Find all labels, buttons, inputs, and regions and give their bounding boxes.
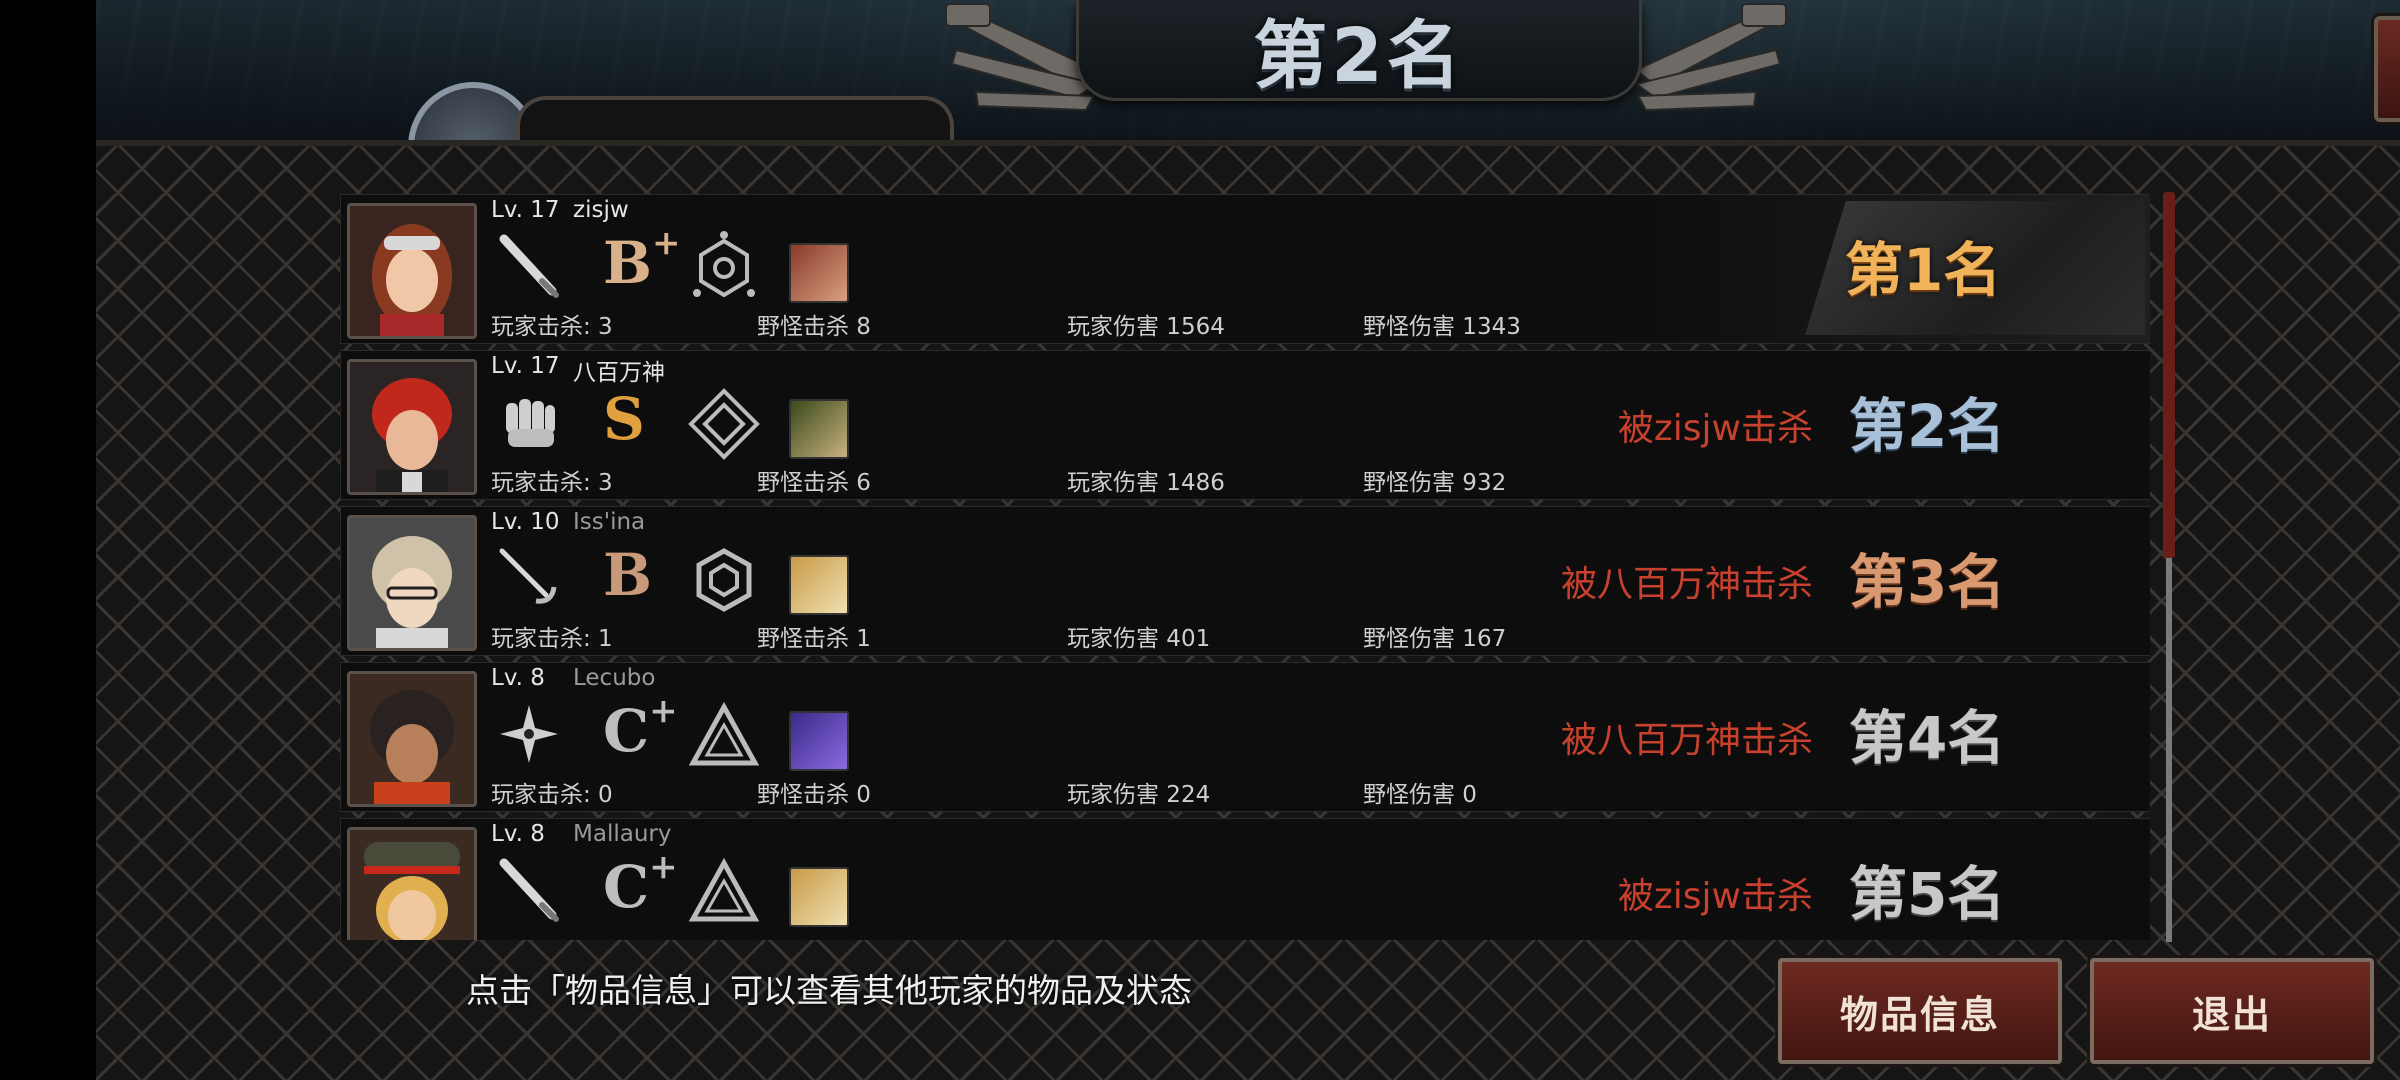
player-kills: 玩家击杀: 1: [491, 626, 613, 652]
triangle-emblem-icon: [688, 701, 760, 766]
rank-label: 第2名: [1849, 392, 2006, 460]
item-info-hint: 点击「物品信息」可以查看其他玩家的物品及状态: [466, 971, 1192, 1010]
ranking-row-4[interactable]: Lv. 8 Lecubo C+ 玩家击杀: 0 野怪击杀 0 玩家伤害 224 …: [340, 662, 2150, 812]
ranking-list[interactable]: Lv. 17 zisjw B+ 玩家击杀: 3 野怪击杀 8 玩家伤害 1564…: [340, 194, 2150, 940]
grade-badge: C+: [603, 847, 678, 921]
player-damage: 玩家伤害 1486: [1067, 470, 1225, 496]
player-portrait: [347, 515, 477, 651]
equipped-item-icon: [789, 399, 849, 459]
rank-label: 第3名: [1849, 548, 2006, 616]
player-level: Lv. 10: [491, 509, 560, 535]
player-kills: 玩家击杀: 3: [491, 314, 613, 340]
fist-icon: [506, 399, 555, 447]
grade-badge: C+: [603, 691, 678, 765]
player-level: Lv. 17: [491, 353, 560, 379]
monster-damage: 野怪伤害 167: [1363, 626, 1507, 652]
player-portrait: [347, 827, 477, 940]
cube-emblem-icon: [696, 548, 752, 612]
equipped-item-icon: [789, 867, 849, 927]
monster-damage: 野怪伤害 932: [1363, 470, 1507, 496]
final-rank-title: 第2名: [1253, 12, 1465, 99]
gun-wing-right-icon: [1636, 3, 1787, 112]
gun-wing-left-icon: [945, 3, 1096, 112]
monster-kills: 野怪击杀 1: [757, 626, 871, 652]
killed-by-label: 被八百万神击杀: [1560, 564, 1813, 605]
equipped-item-icon: [789, 555, 849, 615]
rapier-icon: [499, 548, 557, 604]
bat-icon: [499, 234, 559, 298]
share-icon: [2395, 36, 2400, 102]
triangle-emblem-icon: [688, 857, 760, 922]
player-portrait: [347, 671, 477, 807]
killed-by-label: 被zisjw击杀: [1617, 876, 1813, 917]
ranking-row-2[interactable]: Lv. 17 八百万神 S 玩家击杀: 3 野怪击杀 6 玩家伤害 1486 野…: [340, 350, 2150, 500]
grade-badge: B+: [603, 223, 681, 297]
monster-kills: 野怪击杀 0: [757, 782, 871, 808]
killed-by-label: 被八百万神击杀: [1560, 720, 1813, 761]
player-level: Lv. 8: [491, 665, 545, 691]
item-info-button[interactable]: 物品信息: [1778, 958, 2062, 1064]
grade-badge: B: [603, 541, 653, 609]
monster-kills: 野怪击杀 6: [757, 470, 871, 496]
equipped-item-icon: [789, 711, 849, 771]
emblem-tab: [516, 96, 954, 146]
player-name: Lecubo: [573, 665, 656, 691]
player-damage: 玩家伤害 1564: [1067, 314, 1225, 340]
player-portrait: [347, 203, 477, 339]
monster-kills: 野怪击杀 8: [757, 314, 871, 340]
scrollbar-thumb[interactable]: [2163, 192, 2175, 558]
monster-damage: 野怪伤害 1343: [1363, 314, 1521, 340]
player-name: 八百万神: [573, 360, 665, 386]
bat-icon: [499, 858, 559, 922]
rank-label: 第1名: [1845, 236, 2002, 304]
exit-button[interactable]: 退出: [2090, 958, 2374, 1064]
player-name: zisjw: [573, 197, 629, 223]
share-button[interactable]: [2374, 16, 2400, 122]
ranking-row-1[interactable]: Lv. 17 zisjw B+ 玩家击杀: 3 野怪击杀 8 玩家伤害 1564…: [340, 194, 2150, 344]
player-name: Mallaury: [573, 821, 672, 847]
rank-label: 第5名: [1849, 860, 2006, 928]
monster-damage: 野怪伤害 0: [1363, 782, 1477, 808]
player-damage: 玩家伤害 224: [1067, 782, 1211, 808]
shuriken-icon: [500, 705, 558, 763]
player-kills: 玩家击杀: 0: [491, 782, 613, 808]
diamond-emblem-icon: [688, 388, 760, 460]
equipped-item-icon: [789, 243, 849, 303]
grade-badge: S: [603, 385, 645, 453]
hexagon-emblem-icon: [693, 231, 755, 298]
player-level: Lv. 17: [491, 197, 560, 223]
result-title-plaque: 第2名: [1076, 0, 1642, 101]
rank-label: 第4名: [1849, 704, 2006, 772]
player-portrait: [347, 359, 477, 495]
ranking-row-5[interactable]: Lv. 8 Mallaury C+ 被zisjw击杀 第5名: [340, 818, 2150, 940]
ranking-row-3[interactable]: Lv. 10 Iss'ina B 玩家击杀: 1 野怪击杀 1 玩家伤害 401…: [340, 506, 2150, 656]
player-level: Lv. 8: [491, 821, 545, 847]
player-damage: 玩家伤害 401: [1067, 626, 1211, 652]
player-name: Iss'ina: [573, 509, 646, 535]
killed-by-label: 被zisjw击杀: [1617, 408, 1813, 449]
player-kills: 玩家击杀: 3: [491, 470, 613, 496]
